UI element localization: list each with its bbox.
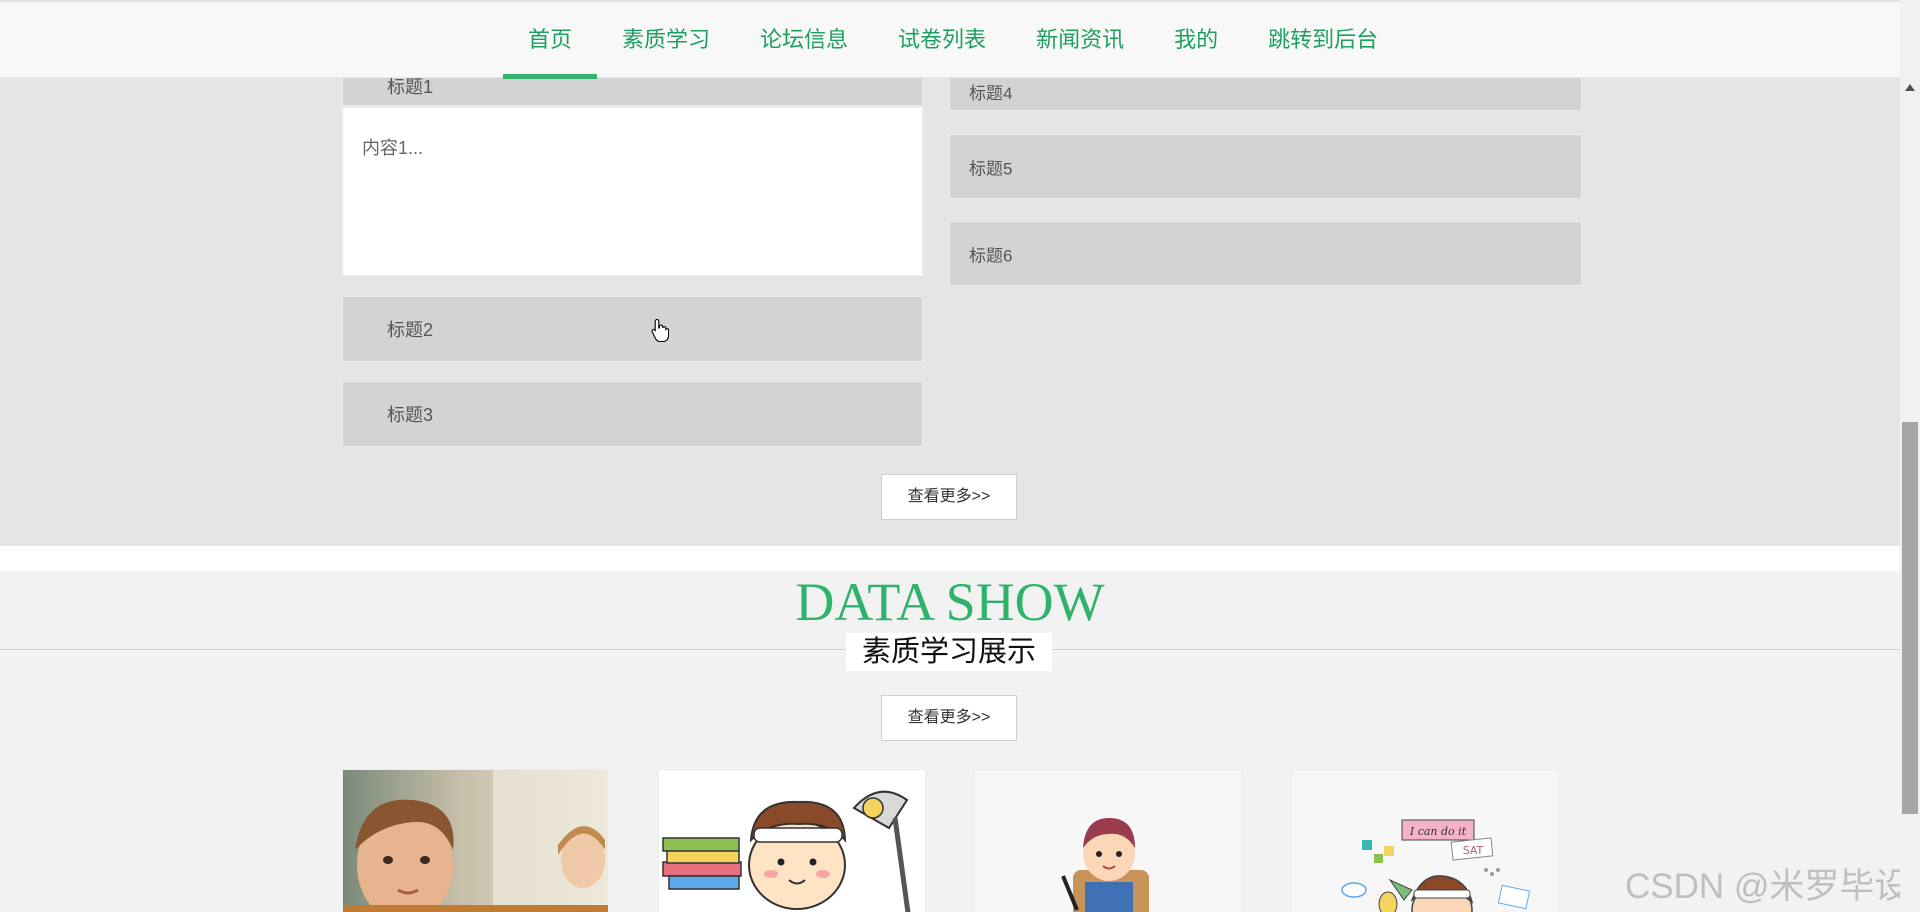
data-show-section: DATA SHOW 素质学习展示 查看更多>> bbox=[0, 571, 1900, 912]
scrollbar-thumb[interactable] bbox=[1902, 422, 1918, 814]
accordion-item-6[interactable]: 标题6 bbox=[949, 221, 1582, 286]
cartoon-boy-studying-lamp-icon bbox=[659, 770, 925, 912]
nav-list: 首页 素质学习 论坛信息 试卷列表 新闻资讯 我的 跳转到后台 bbox=[503, 2, 1403, 79]
nav-item-home[interactable]: 首页 bbox=[503, 2, 598, 79]
nav-item-admin[interactable]: 跳转到后台 bbox=[1243, 2, 1403, 78]
accordion-content-text: 内容1... bbox=[362, 138, 424, 158]
vertical-scrollbar[interactable] bbox=[1900, 0, 1920, 912]
card-tag: SAT bbox=[1463, 844, 1484, 857]
card-caption: I can do it bbox=[1409, 825, 1467, 838]
nav-item-news[interactable]: 新闻资讯 bbox=[1011, 2, 1149, 78]
data-show-more-button[interactable]: 查看更多>> bbox=[881, 695, 1017, 741]
accordion-content-1: 内容1... bbox=[342, 107, 923, 276]
section-divider bbox=[0, 546, 1900, 571]
accordion-more-button[interactable]: 查看更多>> bbox=[881, 474, 1017, 520]
accordion-item-title: 标题4 bbox=[969, 84, 1013, 103]
hand-cursor-icon bbox=[651, 318, 669, 342]
nav-item-mine[interactable]: 我的 bbox=[1149, 2, 1243, 78]
watermark: CSDN @米罗毕设 bbox=[1625, 867, 1910, 906]
accordion-item-title: 标题5 bbox=[969, 159, 1013, 178]
card-cartoon-study[interactable] bbox=[658, 769, 926, 912]
accordion-item-title: 标题6 bbox=[969, 246, 1013, 265]
nav-item-exam-list[interactable]: 试卷列表 bbox=[873, 2, 1011, 78]
accordion-item-title: 标题2 bbox=[387, 320, 434, 340]
data-show-subtitle: 素质学习展示 bbox=[846, 633, 1052, 671]
card-boy-photo[interactable] bbox=[342, 769, 609, 912]
card-cartoon-i-can-do-it[interactable]: I can do it SAT bbox=[1291, 769, 1559, 912]
cartoon-student-writing-icon bbox=[975, 770, 1241, 912]
nav-item-quality-study[interactable]: 素质学习 bbox=[597, 2, 735, 78]
accordion-item-2[interactable]: 标题2 bbox=[342, 296, 923, 362]
accordion-section: 标题1 内容1... 标题2 标题3 标题4 标题5 标题6 查看更多>> bbox=[0, 0, 1900, 546]
cartoon-i-can-do-it-icon: I can do it SAT bbox=[1292, 770, 1558, 912]
accordion-item-title: 标题3 bbox=[387, 405, 434, 425]
page: 标题1 内容1... 标题2 标题3 标题4 标题5 标题6 查看更多>> DA… bbox=[0, 0, 1920, 912]
accordion-item-5[interactable]: 标题5 bbox=[949, 134, 1582, 199]
card-cartoon-writing[interactable] bbox=[974, 769, 1242, 912]
top-navigation: 首页 素质学习 论坛信息 试卷列表 新闻资讯 我的 跳转到后台 bbox=[0, 0, 1900, 79]
nav-item-forum[interactable]: 论坛信息 bbox=[735, 2, 873, 78]
data-show-title: DATA SHOW bbox=[795, 572, 1105, 632]
accordion-item-3[interactable]: 标题3 bbox=[342, 381, 923, 447]
boy-thinking-photo-icon bbox=[343, 770, 608, 912]
scroll-up-arrow-icon[interactable] bbox=[1905, 84, 1915, 91]
